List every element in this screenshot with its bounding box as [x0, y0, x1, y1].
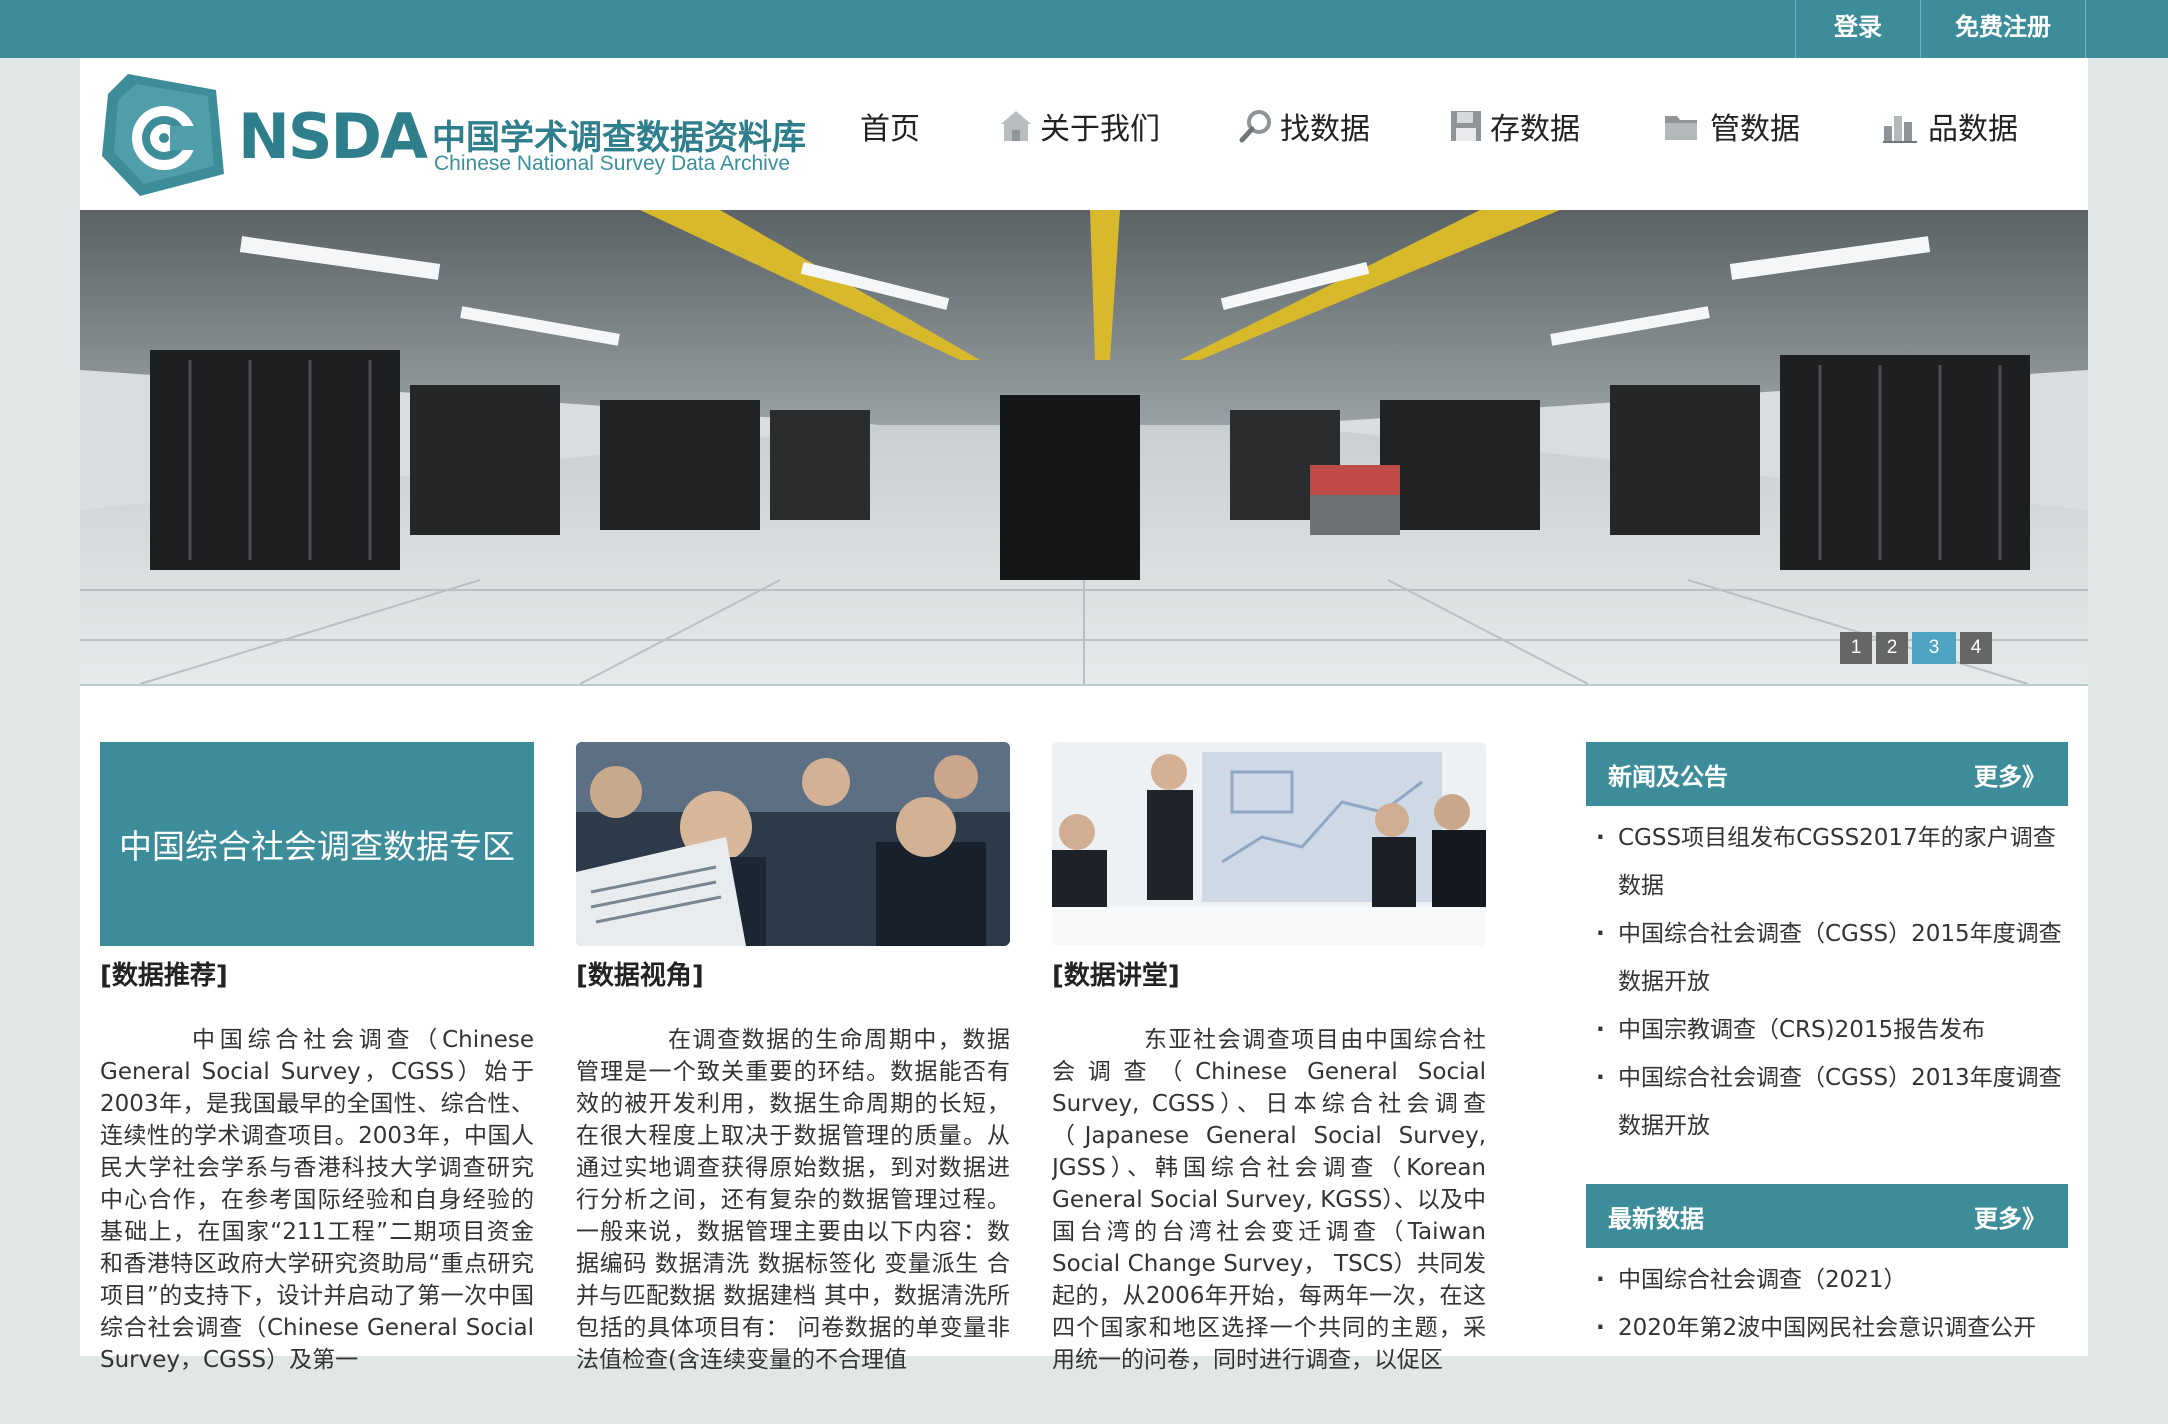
news-panel: 新闻及公告 更多》 CGSS项目组发布CGSS2017年的家户调查数据 中国综合… [1586, 742, 2068, 1150]
photo-illustration [576, 742, 1010, 946]
latest-item[interactable]: 2020年第2波中国网民社会意识调查公开 [1596, 1304, 2068, 1352]
latest-data-panel: 最新数据 更多》 中国综合社会调查（2021） 2020年第2波中国网民社会意识… [1586, 1184, 2068, 1352]
nav-about-label: 关于我们 [1040, 112, 1160, 147]
house-icon [1001, 111, 1031, 141]
latest-header: 最新数据 更多》 [1586, 1184, 2068, 1248]
photo-illustration [1052, 742, 1486, 946]
magnifier-icon [1239, 110, 1271, 143]
floppy-disk-icon [1451, 111, 1481, 141]
nav-find-data[interactable]: 找数据 [1238, 104, 1370, 148]
nav-home[interactable]: 首页 [860, 104, 920, 148]
news-title: 新闻及公告 [1608, 762, 1728, 791]
news-item[interactable]: CGSS项目组发布CGSS2017年的家户调查数据 [1596, 814, 2068, 910]
nav-about[interactable]: 关于我们 [998, 104, 1160, 148]
column-heading[interactable]: [数据推荐] [100, 956, 534, 996]
logo-emblem-icon [102, 74, 224, 196]
news-list: CGSS项目组发布CGSS2017年的家户调查数据 中国综合社会调查（CGSS）… [1586, 806, 2068, 1150]
logo-letters: NSDA [238, 100, 428, 173]
news-header: 新闻及公告 更多》 [1586, 742, 2068, 806]
nav-review-data[interactable]: 品数据 [1878, 104, 2018, 148]
latest-item[interactable]: 中国综合社会调查（2021） [1596, 1256, 2068, 1304]
banner-page-2[interactable]: 2 [1876, 632, 1908, 664]
server-room-image [80, 210, 2088, 684]
nav-find-data-label: 找数据 [1280, 112, 1370, 147]
site-logo[interactable]: NSDA 中国学术调查数据资料库 Chinese National Survey… [98, 70, 806, 200]
nav-manage-data[interactable]: 管数据 [1658, 104, 1800, 148]
newspaper-readers-photo[interactable] [576, 742, 1010, 946]
column-text: 中国综合社会调查（Chinese General Social Survey，C… [100, 1027, 534, 1373]
news-item[interactable]: 中国宗教调查（CRS)2015报告发布 [1596, 1006, 2068, 1054]
auth-links: 登录 免费注册 [1795, 0, 2086, 58]
column-text: 东亚社会调查项目由中国综合社会调查（Chinese General Social… [1052, 1027, 1486, 1373]
nav-home-label: 首页 [860, 112, 920, 147]
banner-page-3[interactable]: 3 [1912, 632, 1956, 664]
banner-pager: 1 2 3 4 [1836, 632, 1992, 664]
latest-list: 中国综合社会调查（2021） 2020年第2波中国网民社会意识调查公开 [1586, 1248, 2068, 1352]
news-item[interactable]: 中国综合社会调查（CGSS）2015年度调查数据开放 [1596, 910, 2068, 1006]
banner-page-1[interactable]: 1 [1840, 632, 1872, 664]
column-recommend: 中国综合社会调查数据专区 [数据推荐] 中国综合社会调查（Chinese Gen… [100, 742, 534, 1424]
banner-page-4[interactable]: 4 [1960, 632, 1992, 664]
business-meeting-photo[interactable] [1052, 742, 1486, 946]
main-container: NSDA 中国学术调查数据资料库 Chinese National Survey… [80, 58, 2088, 1373]
news-more-link[interactable]: 更多》 [1974, 757, 2046, 792]
latest-more-link[interactable]: 更多》 [1974, 1199, 2046, 1234]
column-text: 在调查数据的生命周期中，数据管理是一个致关重要的环结。数据能否有效的被开发利用，… [576, 1027, 1010, 1373]
column-perspective: [数据视角] 在调查数据的生命周期中，数据管理是一个致关重要的环结。数据能否有效… [576, 742, 1010, 1424]
folder-icon [1665, 116, 1697, 140]
nav-review-data-label: 品数据 [1928, 112, 2018, 147]
news-item[interactable]: 中国综合社会调查（CGSS）2013年度调查数据开放 [1596, 1054, 2068, 1150]
nav-store-data[interactable]: 存数据 [1448, 104, 1580, 148]
column-heading[interactable]: [数据视角] [576, 956, 1010, 996]
cgss-zone-button[interactable]: 中国综合社会调查数据专区 [100, 742, 534, 946]
logo-english-title: Chinese National Survey Data Archive [434, 152, 791, 175]
main-nav: 首页 关于我们 找数据 存数据 管数据 品数据 [860, 98, 2018, 154]
register-link[interactable]: 免费注册 [1920, 0, 2086, 58]
column-lecture: [数据讲堂] 东亚社会调查项目由中国综合社会调查（Chinese General… [1052, 742, 1486, 1424]
nav-manage-data-label: 管数据 [1710, 112, 1800, 147]
login-link[interactable]: 登录 [1795, 0, 1920, 58]
bar-chart-icon [1883, 116, 1917, 143]
top-bar: 登录 免费注册 [0, 0, 2168, 58]
column-heading[interactable]: [数据讲堂] [1052, 956, 1486, 996]
hero-banner[interactable]: 1 2 3 4 [80, 210, 2088, 686]
latest-title: 最新数据 [1608, 1204, 1704, 1233]
nav-store-data-label: 存数据 [1490, 112, 1580, 147]
